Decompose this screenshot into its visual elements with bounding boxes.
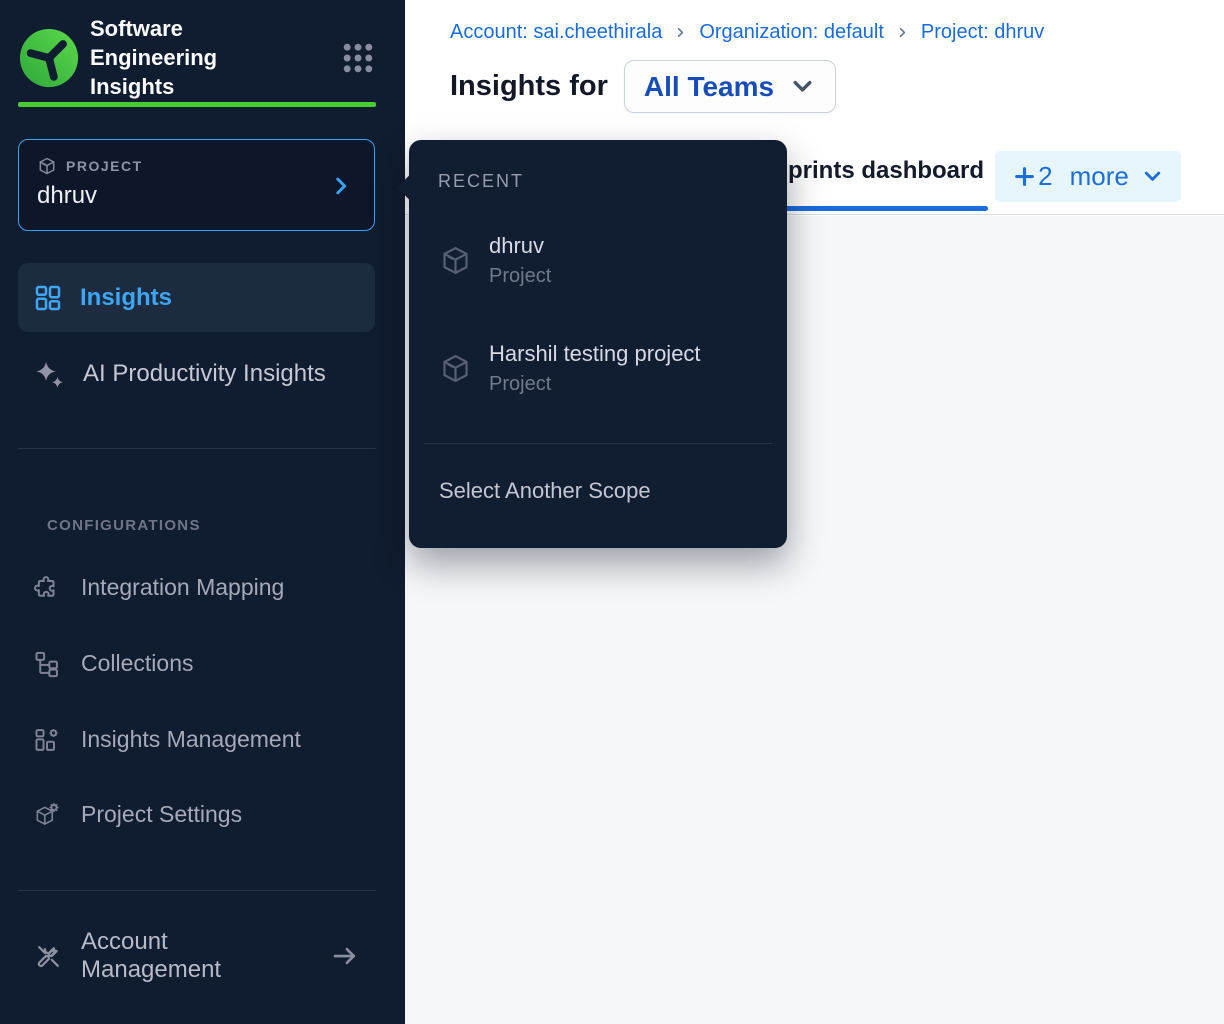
scope-item-title: Harshil testing project <box>489 341 701 367</box>
hierarchy-icon <box>33 650 61 678</box>
breadcrumb-account-link[interactable]: Account: sai.cheethirala <box>450 21 662 44</box>
app-title: Software Engineering Insights <box>90 14 252 101</box>
project-card-name: dhruv <box>37 182 356 210</box>
sidebar-item-collections[interactable]: Collections <box>18 641 375 686</box>
recent-heading: RECENT <box>438 171 524 192</box>
scope-item-dhruv[interactable]: dhruv Project <box>439 233 767 288</box>
arrow-right-icon <box>330 941 360 971</box>
breadcrumb-separator-icon <box>895 25 910 40</box>
sidebar-item-label: Collections <box>81 650 194 677</box>
more-tabs-count: 2 <box>1038 161 1052 192</box>
cube-icon <box>439 352 472 385</box>
sparkles-icon <box>33 358 66 391</box>
scope-item-harshil-testing-project[interactable]: Harshil testing project Project <box>439 341 767 396</box>
plus-icon <box>1012 164 1037 189</box>
cube-gear-icon <box>33 801 61 829</box>
sidebar-item-account-management[interactable]: Account Management <box>18 933 375 979</box>
project-scope-card[interactable]: PROJECT dhruv <box>18 139 375 231</box>
sidebar-item-label: Insights Management <box>81 726 301 753</box>
more-tabs-label: more <box>1070 161 1129 192</box>
sidebar-item-integration-mapping[interactable]: Integration Mapping <box>18 565 375 610</box>
sidebar-item-insights-management[interactable]: Insights Management <box>18 717 375 762</box>
dashboard-gear-icon <box>33 726 61 754</box>
app-logo-icon <box>18 27 80 89</box>
sidebar-item-label: AI Productivity Insights <box>83 360 326 388</box>
heading-row: Insights for All Teams <box>450 60 836 113</box>
breadcrumb-project-link[interactable]: Project: dhruv <box>921 21 1044 44</box>
team-selector-value: All Teams <box>644 71 774 103</box>
dashboard-icon <box>33 283 63 313</box>
sidebar-item-label: Insights <box>80 284 172 312</box>
puzzle-icon <box>33 574 61 602</box>
scope-item-subtitle: Project <box>489 265 551 288</box>
apps-grid-icon[interactable] <box>340 40 376 76</box>
scope-dropdown-panel: RECENT dhruv Project Harshil testing pro… <box>409 140 787 548</box>
chevron-down-icon <box>1141 165 1164 188</box>
sidebar-item-insights[interactable]: Insights <box>18 263 375 332</box>
team-selector-dropdown[interactable]: All Teams <box>624 60 836 113</box>
sidebar-divider <box>18 448 376 449</box>
project-card-label: PROJECT <box>66 158 143 174</box>
chevron-right-icon <box>330 175 352 197</box>
sidebar-item-project-settings[interactable]: Project Settings <box>18 792 375 837</box>
sidebar-item-label: Account Management <box>81 928 308 984</box>
brand-accent-line <box>18 102 376 107</box>
configurations-heading: CONFIGURATIONS <box>47 517 201 534</box>
tab-sprints-dashboard[interactable]: prints dashboard <box>788 157 984 185</box>
page-title: Insights for <box>450 70 608 103</box>
brand-header: Software Engineering Insights <box>18 14 376 101</box>
breadcrumb-separator-icon <box>673 25 688 40</box>
breadcrumb-organization-link[interactable]: Organization: default <box>699 21 884 44</box>
select-another-scope-button[interactable]: Select Another Scope <box>439 478 651 504</box>
cube-icon <box>37 156 57 176</box>
dropdown-divider <box>424 443 772 444</box>
tools-icon <box>33 941 64 972</box>
project-card-header: PROJECT <box>37 156 356 176</box>
more-tabs-dropdown[interactable]: 2 more <box>995 151 1181 202</box>
cube-icon <box>439 244 472 277</box>
sidebar-item-ai-productivity-insights[interactable]: AI Productivity Insights <box>18 347 375 401</box>
sidebar-item-label: Integration Mapping <box>81 574 284 601</box>
breadcrumb: Account: sai.cheethirala Organization: d… <box>450 21 1044 44</box>
sidebar: Software Engineering Insights PROJECT dh… <box>0 0 405 1024</box>
sidebar-item-label: Project Settings <box>81 801 242 828</box>
scope-item-subtitle: Project <box>489 373 701 396</box>
scope-item-title: dhruv <box>489 233 551 259</box>
sidebar-divider <box>18 890 376 891</box>
chevron-down-icon <box>789 73 816 100</box>
